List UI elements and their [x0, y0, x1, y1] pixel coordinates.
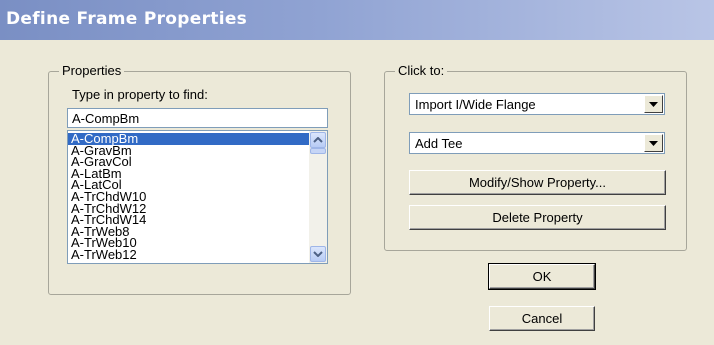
window-title: Define Frame Properties: [6, 9, 248, 29]
find-property-input[interactable]: [67, 108, 328, 128]
add-section-combo-value: Add Tee: [415, 136, 463, 151]
dropdown-arrow-icon: [649, 101, 658, 107]
modify-show-property-button[interactable]: Modify/Show Property...: [409, 170, 666, 195]
add-section-combo[interactable]: Add Tee: [409, 132, 665, 154]
properties-group-label: Properties: [59, 63, 125, 78]
find-property-label: Type in property to find:: [72, 87, 208, 102]
import-combo-dropdown-button[interactable]: [644, 95, 663, 113]
dialog-body: Properties Type in property to find: A-C…: [0, 40, 714, 345]
delete-property-button[interactable]: Delete Property: [409, 205, 666, 230]
add-combo-dropdown-button[interactable]: [644, 134, 663, 152]
scroll-down-button[interactable]: [310, 246, 326, 262]
ok-button[interactable]: OK: [488, 263, 596, 290]
property-list[interactable]: A-CompBm A-GravBm A-GravCol A-LatBm A-LatCol…: [67, 130, 328, 264]
import-section-combo[interactable]: Import I/Wide Flange: [409, 93, 665, 115]
property-list-item[interactable]: A-TrWeb12: [68, 248, 309, 261]
scroll-up-arrow-icon: [313, 137, 323, 143]
cancel-button[interactable]: Cancel: [489, 306, 595, 331]
title-bar[interactable]: Define Frame Properties: [0, 0, 714, 40]
scroll-up-button[interactable]: [310, 132, 326, 148]
scroll-down-arrow-icon: [313, 251, 323, 257]
property-list-scrollbar[interactable]: [309, 131, 327, 263]
import-section-combo-value: Import I/Wide Flange: [415, 97, 536, 112]
property-list-items: A-CompBm A-GravBm A-GravCol A-LatBm A-LatCol…: [68, 132, 309, 261]
dropdown-arrow-icon: [649, 140, 658, 146]
click-to-group-label: Click to:: [395, 63, 448, 78]
scroll-thumb[interactable]: [310, 148, 326, 154]
